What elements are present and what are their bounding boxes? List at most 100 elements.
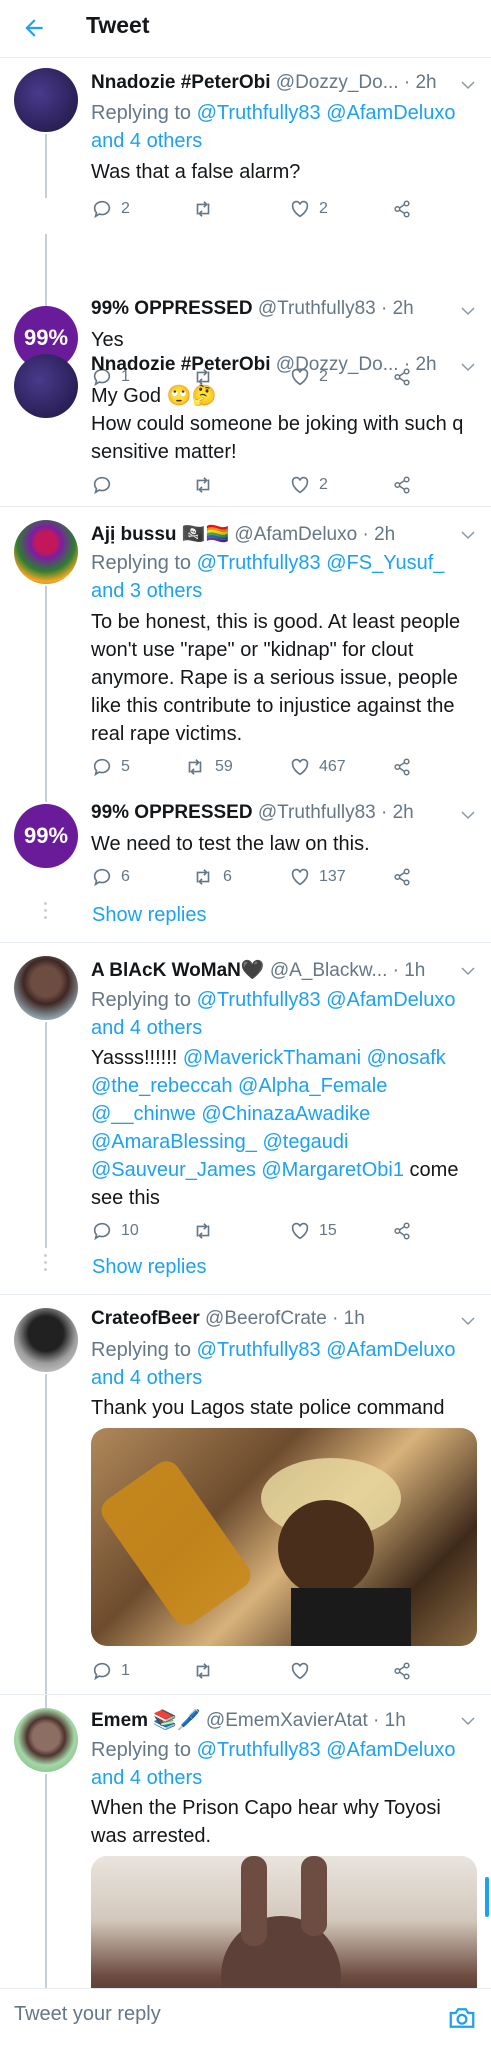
replying-users[interactable]: @Truthfully83 @FS_Yusuf_ (197, 552, 445, 574)
avatar[interactable] (14, 956, 78, 1020)
replying-to: Replying to @Truthfully83 @AfamDeluxo an… (91, 1336, 477, 1392)
chevron-down-icon[interactable] (459, 526, 477, 544)
chevron-down-icon[interactable] (459, 302, 477, 320)
media-image (101, 1458, 411, 1646)
replying-others[interactable]: and 4 others (91, 130, 202, 152)
tweet-actions: 2 2 (91, 196, 451, 222)
tweet-media[interactable] (91, 1856, 477, 1988)
show-replies-link[interactable]: Show replies (92, 904, 207, 927)
tweet-time: · 2h (403, 354, 437, 375)
like-button[interactable]: 15 (289, 1218, 337, 1244)
display-name[interactable]: CrateofBeer (91, 1308, 200, 1329)
share-icon (394, 758, 410, 776)
chevron-down-icon[interactable] (459, 1712, 477, 1730)
display-name[interactable]: 99% OPPRESSED (91, 298, 253, 319)
chevron-down-icon[interactable] (459, 962, 477, 980)
reply-input[interactable]: Tweet your reply (14, 2003, 161, 2026)
retweet-button[interactable]: 6 (191, 864, 232, 890)
back-button[interactable] (18, 12, 50, 44)
like-button[interactable] (289, 1658, 319, 1684)
like-button[interactable]: 2 (289, 472, 328, 498)
share-button[interactable] (391, 1218, 413, 1244)
avatar[interactable] (14, 520, 78, 584)
tweet-text: Yes (91, 329, 124, 351)
reply-count: 2 (121, 200, 130, 217)
heart-icon (291, 1662, 309, 1680)
avatar[interactable] (14, 1308, 78, 1372)
share-button[interactable] (391, 754, 413, 780)
heart-icon (291, 200, 309, 218)
heart-icon (291, 1222, 309, 1240)
retweet-icon (196, 1663, 210, 1679)
display-name[interactable]: Nnadozie #PeterObi (91, 72, 271, 93)
divider (0, 506, 491, 507)
retweet-button[interactable] (191, 1658, 223, 1684)
user-handle: @EmemXavierAtat (205, 1710, 368, 1731)
avatar[interactable]: 99% (14, 804, 78, 868)
share-button[interactable] (391, 1658, 413, 1684)
display-name[interactable]: Nnadozie #PeterObi (91, 354, 271, 375)
replying-others[interactable]: and 4 others (91, 1367, 202, 1389)
tweet[interactable]: Nnadozie #PeterObi @Dozzy_Do... · 2h Rep… (0, 58, 491, 198)
tweet-time: · 2h (362, 524, 396, 545)
tweet-header: CrateofBeer @BeerofCrate · 1h (91, 1308, 477, 1330)
reply-composer: Tweet your reply (0, 1988, 491, 2048)
show-replies-link[interactable]: Show replies (92, 1256, 207, 1279)
scrollbar-thumb[interactable] (485, 1877, 489, 1917)
retweet-button[interactable] (191, 472, 223, 498)
share-button[interactable] (391, 472, 413, 498)
tweet-time: · 1h (373, 1710, 406, 1731)
reply-button[interactable]: 10 (91, 1218, 139, 1244)
tweet-header: 99% OPPRESSED @Truthfully83 · 2h (91, 298, 477, 320)
reply-icon (93, 758, 111, 777)
tweet-header: Nnadozie #PeterObi @Dozzy_Do... · 2h (91, 354, 477, 376)
reply-button[interactable]: 5 (91, 754, 130, 780)
retweet-button[interactable] (191, 196, 223, 222)
like-button[interactable]: 137 (289, 864, 346, 890)
like-button[interactable]: 2 (289, 196, 328, 222)
replying-users[interactable]: @Truthfully83 @AfamDeluxo (197, 1339, 456, 1361)
reply-button[interactable] (91, 472, 121, 498)
divider (0, 1694, 491, 1695)
retweet-icon (196, 201, 210, 217)
tweet-text: We need to test the law on this. (91, 833, 370, 855)
replies-feed[interactable]: Nnadozie #PeterObi @Dozzy_Do... · 2h Rep… (0, 58, 491, 1988)
replying-users[interactable]: @Truthfully83 @AfamDeluxo (197, 989, 456, 1011)
replying-others[interactable]: and 4 others (91, 1017, 202, 1039)
share-button[interactable] (391, 196, 413, 222)
reply-button[interactable]: 6 (91, 864, 130, 890)
display-name[interactable]: Emem (91, 1710, 148, 1731)
chevron-down-icon[interactable] (459, 806, 477, 824)
replying-users[interactable]: @Truthfully83 @AfamDeluxo (197, 102, 456, 124)
display-name[interactable]: 99% OPPRESSED (91, 802, 253, 823)
replying-others[interactable]: and 4 others (91, 1767, 202, 1789)
camera-button[interactable] (447, 2003, 477, 2033)
chevron-down-icon[interactable] (459, 1312, 477, 1330)
heart-icon (291, 758, 309, 776)
reply-button[interactable]: 2 (91, 196, 130, 222)
like-count: 467 (319, 758, 346, 775)
chevron-down-icon[interactable] (459, 358, 477, 376)
share-button[interactable] (391, 864, 413, 890)
replying-users[interactable]: @Truthfully83 @AfamDeluxo (197, 1739, 456, 1761)
divider (0, 1294, 491, 1295)
tweet-media[interactable] (91, 1428, 477, 1646)
share-icon (394, 1662, 410, 1680)
avatar[interactable] (14, 354, 78, 418)
retweet-button[interactable] (191, 1218, 223, 1244)
retweet-count: 6 (223, 868, 232, 885)
replying-others[interactable]: and 3 others (91, 580, 202, 602)
reply-button[interactable]: 1 (91, 1658, 130, 1684)
heart-icon (291, 868, 309, 886)
avatar[interactable] (14, 68, 78, 132)
display-name[interactable]: Ajị bussu (91, 524, 177, 545)
media-image (221, 1856, 341, 1988)
tweet-actions: 2 (91, 472, 451, 498)
chevron-down-icon[interactable] (459, 76, 477, 94)
retweet-button[interactable]: 59 (183, 754, 233, 780)
tweet-header: Nnadozie #PeterObi @Dozzy_Do... · 2h (91, 72, 477, 94)
avatar[interactable] (14, 1708, 78, 1772)
like-button[interactable]: 467 (289, 754, 346, 780)
thread-line (45, 1022, 47, 1248)
display-name[interactable]: A BlAcK WoMaN🖤 (91, 960, 265, 981)
